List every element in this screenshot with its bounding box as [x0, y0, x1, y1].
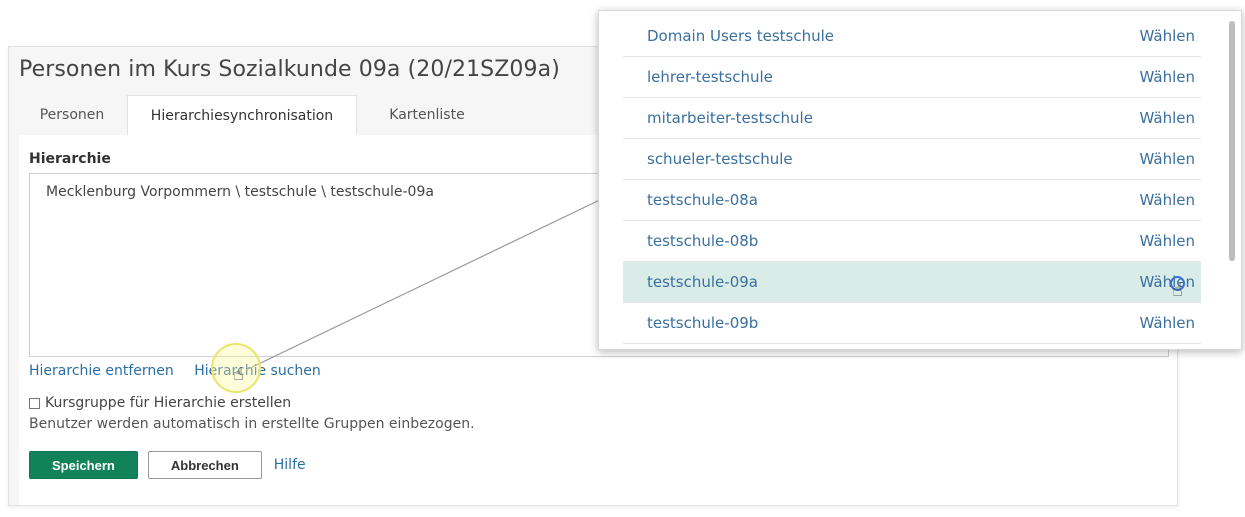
dropdown-item-name: testschule-08b	[647, 232, 759, 250]
tab-personen[interactable]: Personen	[19, 95, 125, 135]
dropdown-item[interactable]: testschule-08a Wählen	[623, 180, 1201, 221]
dropdown-item-selected[interactable]: testschule-09a Wählen	[623, 262, 1201, 303]
choose-link[interactable]: Wählen	[1140, 68, 1195, 86]
save-button[interactable]: Speichern	[29, 451, 138, 479]
page-title: Personen im Kurs Sozialkunde 09a (20/21S…	[19, 57, 560, 82]
dropdown-item[interactable]: testschule-08b Wählen	[623, 221, 1201, 262]
tab-kartenliste[interactable]: Kartenliste	[359, 95, 495, 135]
cancel-button[interactable]: Abbrechen	[147, 451, 262, 479]
choose-link[interactable]: Wählen	[1140, 232, 1195, 250]
dropdown-item-name: Domain Users testschule	[647, 27, 835, 45]
dropdown-item-name: schueler-testschule	[647, 150, 793, 168]
choose-link[interactable]: Wählen	[1140, 150, 1195, 168]
dropdown-item-name: lehrer-testschule	[647, 68, 773, 86]
dropdown-item[interactable]: testschule-09b Wählen	[623, 303, 1201, 344]
auto-include-note: Benutzer werden automatisch in erstellte…	[29, 416, 475, 432]
help-link[interactable]: Hilfe	[274, 457, 306, 473]
dropdown-scrollbar[interactable]	[1229, 21, 1235, 261]
create-course-group-checkbox-row[interactable]: Kursgruppe für Hierarchie erstellen	[29, 395, 291, 411]
dropdown-item-name: testschule-09b	[647, 314, 759, 332]
dropdown-item-name: testschule-08a	[647, 191, 758, 209]
dropdown-item-name: mitarbeiter-testschule	[647, 109, 813, 127]
choose-link[interactable]: Wählen	[1140, 191, 1195, 209]
checkbox-icon[interactable]	[29, 397, 40, 409]
hierarchy-value: Mecklenburg Vorpommern \ testschule \ te…	[46, 184, 434, 200]
hand-pointer-icon: ☝	[233, 364, 244, 385]
dropdown-item[interactable]: schueler-testschule Wählen	[623, 139, 1201, 180]
remove-hierarchy-link[interactable]: Hierarchie entfernen	[29, 363, 174, 379]
create-course-group-label: Kursgruppe für Hierarchie erstellen	[45, 395, 292, 411]
choose-link[interactable]: Wählen	[1140, 109, 1195, 127]
choose-link[interactable]: Wählen	[1140, 273, 1195, 291]
hierarchy-search-dropdown: Domain Users testschule Wählen lehrer-te…	[598, 10, 1242, 350]
choose-link[interactable]: Wählen	[1140, 27, 1195, 45]
form-buttons: Speichern Abbrechen Hilfe	[29, 451, 306, 479]
tab-hierarchiesynchronisation[interactable]: Hierarchiesynchronisation	[127, 95, 357, 135]
dropdown-item[interactable]: lehrer-testschule Wählen	[623, 57, 1201, 98]
hierarchy-actions: Hierarchie entfernen Hierarchie suchen	[29, 363, 321, 379]
hierarchy-label: Hierarchie	[29, 151, 111, 167]
dropdown-item[interactable]: mitarbeiter-testschule Wählen	[623, 98, 1201, 139]
choose-link[interactable]: Wählen	[1140, 314, 1195, 332]
dropdown-item-name: testschule-09a	[647, 273, 758, 291]
hand-pointer-icon: ☝	[1172, 280, 1183, 301]
dropdown-item[interactable]: Domain Users testschule Wählen	[623, 16, 1201, 57]
